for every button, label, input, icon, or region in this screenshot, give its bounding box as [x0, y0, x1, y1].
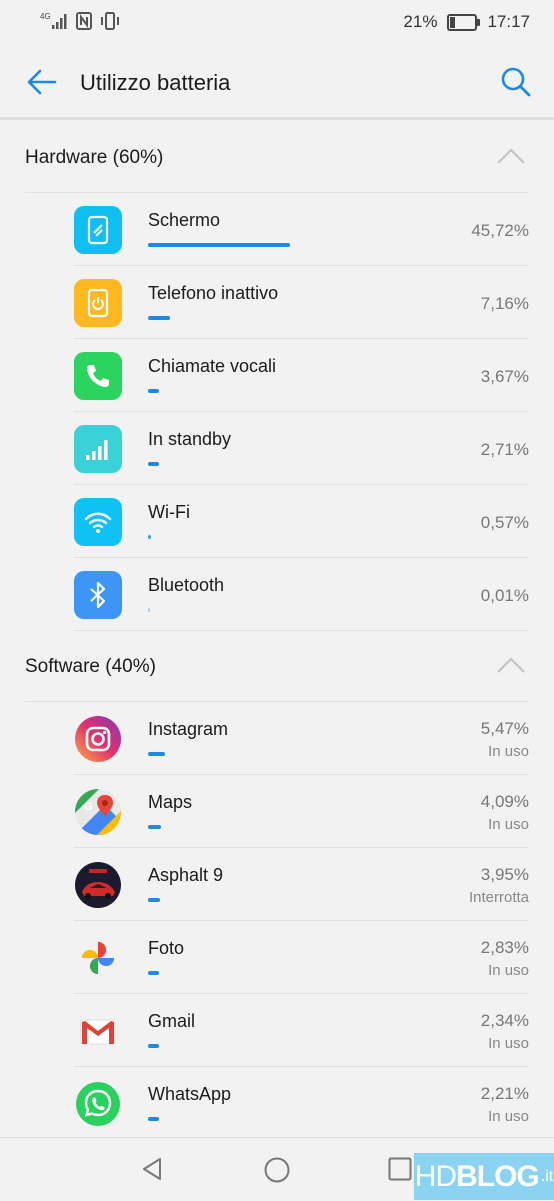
- svg-text:G: G: [84, 801, 93, 813]
- usage-status: In uso: [488, 1035, 529, 1052]
- usage-row-wifi[interactable]: Wi-Fi 0,57%: [0, 485, 554, 558]
- usage-percent: 0,57%: [480, 513, 529, 532]
- usage-status: Interrotta: [468, 889, 529, 906]
- hardware-section: Hardware (60%) Schermo 45,72% Telefono i…: [0, 119, 554, 631]
- row-label: Chiamate vocali: [148, 356, 277, 376]
- usage-row-telefono-inattivo[interactable]: Telefono inattivo 7,16%: [0, 266, 554, 339]
- usage-percent: 2,71%: [480, 440, 529, 459]
- usage-row-bluetooth[interactable]: Bluetooth 0,01%: [0, 558, 554, 631]
- usage-status: In uso: [488, 1108, 529, 1125]
- usage-status: In uso: [488, 962, 529, 979]
- row-label: Telefono inattivo: [148, 283, 279, 303]
- phone-idle-icon: [74, 279, 122, 327]
- signal-strength-icon: 4G: [40, 12, 67, 29]
- usage-row-in-standby[interactable]: In standby 2,71%: [0, 412, 554, 485]
- software-section: Software (40%) Instagram 5,47% In uso G …: [0, 628, 554, 1140]
- usage-bar: [148, 1117, 159, 1121]
- network-type: 4G: [40, 12, 51, 21]
- maps-icon: G: [74, 788, 122, 836]
- usage-percent: 3,95%: [480, 865, 529, 884]
- vibrate-icon: [101, 12, 119, 30]
- page-title: Utilizzo batteria: [80, 70, 231, 95]
- row-label: WhatsApp: [148, 1084, 232, 1104]
- row-label: Maps: [148, 792, 193, 812]
- usage-row-foto[interactable]: Foto 2,83% In uso: [0, 921, 554, 994]
- usage-bar: [148, 1044, 159, 1048]
- row-label: Asphalt 9: [148, 865, 224, 885]
- usage-status: In uso: [488, 816, 529, 833]
- watermark-it: .it: [540, 1167, 554, 1185]
- row-label: Bluetooth: [148, 575, 225, 595]
- battery-icon: [447, 13, 481, 31]
- usage-row-chiamate-vocali[interactable]: Chiamate vocali 3,67%: [0, 339, 554, 412]
- usage-row-whatsapp[interactable]: WhatsApp 2,21% In uso: [0, 1067, 554, 1140]
- usage-percent: 4,09%: [480, 792, 529, 811]
- nav-back-icon[interactable]: [140, 1156, 166, 1182]
- row-label: Instagram: [148, 719, 229, 739]
- hardware-title: Hardware (60%): [25, 147, 164, 168]
- row-label: Foto: [148, 938, 185, 958]
- software-title: Software (40%): [25, 656, 156, 677]
- screen-icon: [74, 206, 122, 254]
- usage-bar: [148, 462, 159, 466]
- usage-bar: [148, 243, 290, 247]
- usage-percent: 7,16%: [480, 294, 529, 313]
- row-label: Wi-Fi: [148, 502, 190, 522]
- collapse-hardware-icon[interactable]: [496, 147, 526, 165]
- usage-status: In uso: [488, 743, 529, 760]
- battery-percent: 21%: [403, 12, 438, 31]
- usage-row-schermo[interactable]: Schermo 45,72%: [0, 193, 554, 266]
- usage-percent: 0,01%: [480, 586, 529, 605]
- app-bar: Utilizzo batteria: [0, 46, 554, 118]
- hardware-header[interactable]: Hardware (60%): [0, 119, 554, 193]
- usage-percent: 2,34%: [480, 1011, 529, 1030]
- back-arrow-icon[interactable]: [24, 64, 60, 100]
- photos-icon: [74, 934, 122, 982]
- usage-bar: [148, 535, 151, 539]
- whatsapp-icon: [74, 1080, 122, 1128]
- usage-bar: [148, 316, 171, 320]
- search-icon[interactable]: [498, 64, 534, 100]
- watermark-hd: HD: [414, 1159, 457, 1193]
- usage-bar: [148, 898, 161, 902]
- clock: 17:17: [487, 12, 530, 31]
- usage-row-maps[interactable]: G Maps 4,09% In uso: [0, 775, 554, 848]
- usage-bar: [148, 389, 160, 393]
- nav-recent-icon[interactable]: [388, 1157, 412, 1181]
- collapse-software-icon[interactable]: [496, 656, 526, 674]
- usage-row-asphalt-9[interactable]: Asphalt 9 3,95% Interrotta: [0, 848, 554, 921]
- bluetooth-icon: [74, 571, 122, 619]
- usage-percent: 2,21%: [480, 1084, 529, 1103]
- row-label: Schermo: [148, 210, 221, 230]
- watermark-blog: BLOG: [456, 1159, 540, 1193]
- signal-icon: [74, 425, 122, 473]
- status-icons-right: 21% 17:17: [403, 12, 530, 32]
- row-label: In standby: [148, 429, 232, 449]
- hdblog-watermark: HD BLOG .it: [414, 1153, 554, 1200]
- usage-row-gmail[interactable]: Gmail 2,34% In uso: [0, 994, 554, 1067]
- nfc-icon: [76, 12, 92, 30]
- gmail-icon: [74, 1007, 122, 1055]
- usage-bar: [148, 971, 159, 975]
- usage-percent: 45,72%: [471, 221, 529, 240]
- usage-bar: [148, 752, 165, 756]
- software-header[interactable]: Software (40%): [0, 628, 554, 702]
- asphalt-icon: [74, 861, 122, 909]
- wifi-icon: [74, 498, 122, 546]
- usage-row-instagram[interactable]: Instagram 5,47% In uso: [0, 702, 554, 775]
- call-icon: [74, 352, 122, 400]
- usage-bar: [148, 825, 161, 829]
- usage-percent: 5,47%: [480, 719, 529, 738]
- usage-percent: 3,67%: [480, 367, 529, 386]
- status-icons-left: 4G: [40, 12, 120, 30]
- usage-percent: 2,83%: [480, 938, 529, 957]
- nav-home-icon[interactable]: [263, 1156, 291, 1184]
- row-label: Gmail: [148, 1011, 196, 1031]
- usage-bar: [148, 608, 150, 612]
- instagram-icon: [74, 715, 122, 763]
- status-bar: 4G 21% 17:17: [0, 0, 554, 46]
